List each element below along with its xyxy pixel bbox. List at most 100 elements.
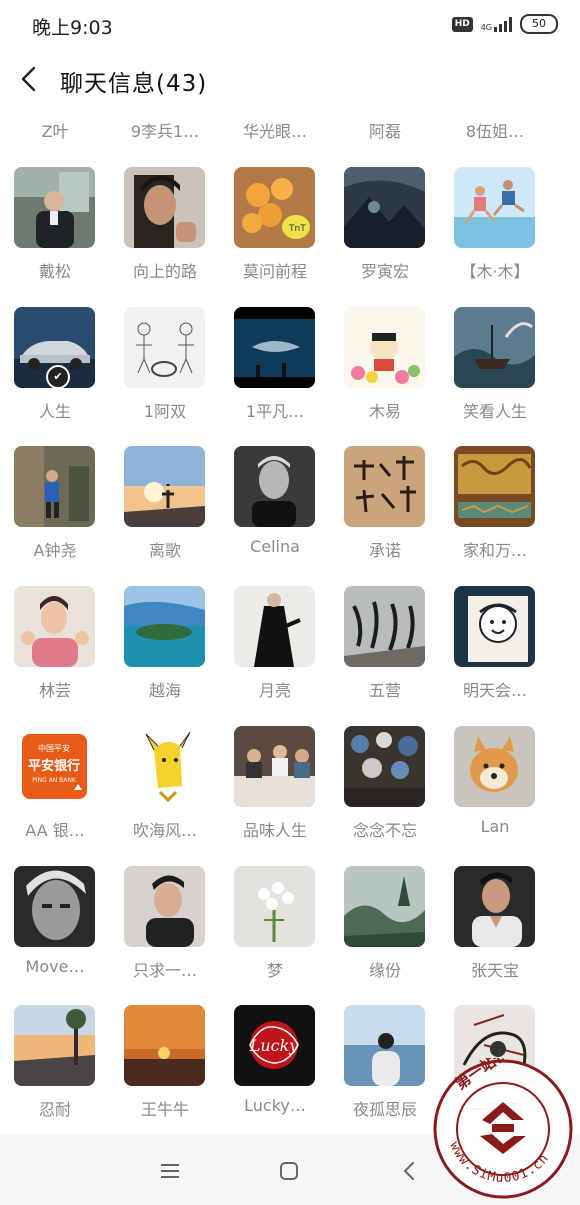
- avatar-image: [14, 1005, 95, 1087]
- fishing-boat-painting[interactable]: [454, 306, 535, 388]
- ping-an-bank-logo[interactable]: 中国平安 平安银行 PING AN BANK: [14, 725, 95, 807]
- member-name[interactable]: 9李兵1…: [110, 118, 220, 142]
- member-name: 1阿双: [143, 401, 187, 421]
- member-item[interactable]: 念念不忘: [330, 725, 440, 856]
- member-item[interactable]: 月亮: [220, 586, 330, 716]
- member-item[interactable]: A钟尧: [0, 446, 110, 576]
- member-item[interactable]: 品味人生: [220, 725, 330, 856]
- bw-man-portrait[interactable]: [234, 446, 315, 528]
- white-flowers-photo[interactable]: [234, 865, 315, 947]
- misty-forest-photo[interactable]: [344, 865, 425, 947]
- lucky-logo[interactable]: Lucky: [234, 1005, 315, 1087]
- suit-man-photo[interactable]: [14, 167, 95, 248]
- home-button[interactable]: [275, 1157, 303, 1185]
- avatar-image: [124, 586, 205, 668]
- cartoon-boy-flowers[interactable]: [344, 306, 425, 388]
- member-item[interactable]: 笑看人生: [440, 306, 550, 437]
- avatar-image: [14, 167, 95, 248]
- member-name: 莫问前程: [242, 262, 307, 281]
- member-item[interactable]: Move…: [0, 865, 110, 996]
- member-item[interactable]: 【木·木】: [440, 167, 550, 297]
- member-item[interactable]: Celina: [220, 446, 330, 576]
- orange-sunset-photo[interactable]: [124, 1005, 205, 1087]
- bw-face-closeup[interactable]: [14, 865, 95, 947]
- back-nav-button[interactable]: [396, 1157, 424, 1185]
- island-sea-photo[interactable]: [124, 586, 205, 668]
- sketch-figures-drawing[interactable]: [124, 306, 205, 388]
- member-item[interactable]: Lucky Lucky…: [220, 1005, 330, 1135]
- member-item[interactable]: 梦: [220, 865, 330, 996]
- member-item[interactable]: 忍耐: [0, 1005, 110, 1135]
- avatar-image: Lucky: [234, 1005, 315, 1087]
- member-item[interactable]: 夜孤思辰: [330, 1005, 440, 1135]
- member-item[interactable]: Lan: [440, 725, 550, 856]
- member-item[interactable]: 1阿双: [110, 306, 220, 437]
- carved-gold-wood[interactable]: [454, 446, 535, 528]
- dancers-mural[interactable]: [344, 586, 425, 668]
- member-item[interactable]: 吹海风…: [110, 725, 220, 856]
- member-item[interactable]: 家和万…: [440, 446, 550, 576]
- avatar-image: [454, 306, 535, 388]
- avatar-image: [344, 167, 425, 248]
- member-item[interactable]: 1平凡…: [220, 306, 330, 437]
- avatar-image: [234, 306, 315, 388]
- plates-wall-photo[interactable]: [344, 725, 425, 807]
- man-portrait-photo[interactable]: [124, 167, 205, 248]
- member-name: 木易: [368, 401, 401, 421]
- member-item[interactable]: 罗寅宏: [330, 167, 440, 297]
- member-name[interactable]: 8伍姐…: [440, 118, 550, 142]
- woman-heart-hands[interactable]: [14, 586, 95, 668]
- dining-people-photo[interactable]: [234, 725, 315, 807]
- street-sunset-photo[interactable]: [14, 1005, 95, 1087]
- member-name[interactable]: Z叶: [0, 118, 110, 142]
- black-dress-woman[interactable]: [234, 586, 315, 668]
- member-item[interactable]: 张天宝: [440, 865, 550, 996]
- member-item[interactable]: 承诺: [330, 446, 440, 576]
- aquarium-shark-photo[interactable]: [234, 306, 315, 388]
- member-item[interactable]: TnT 莫问前程: [220, 167, 330, 297]
- member-item[interactable]: 中国平安 平安银行 PING AN BANK AA 银…: [0, 725, 110, 856]
- member-name[interactable]: 华光眼…: [220, 118, 330, 142]
- member-name: 笑看人生: [462, 401, 527, 421]
- sunset-silhouette-photo[interactable]: [124, 446, 205, 528]
- member-item[interactable]: ✔ 人生: [0, 306, 110, 437]
- member-item[interactable]: 戴松: [0, 167, 110, 297]
- member-name: 离歌: [148, 541, 181, 561]
- member-name: 戴松: [38, 262, 71, 281]
- avatar-image: [454, 1005, 535, 1087]
- jumping-kids-photo[interactable]: [454, 167, 535, 248]
- avatar-image: [454, 586, 535, 668]
- avatar-image: [344, 586, 425, 668]
- cartoon-face-logo[interactable]: [454, 586, 535, 668]
- calligraphy-wood[interactable]: [344, 446, 425, 528]
- member-item[interactable]: 缘份: [330, 865, 440, 996]
- pikachu-drawing[interactable]: [124, 725, 205, 807]
- member-item[interactable]: 林芸: [0, 586, 110, 716]
- member-item[interactable]: 木易: [330, 306, 440, 437]
- member-item[interactable]: 一汪春: [440, 1005, 550, 1135]
- shiba-dog-photo[interactable]: [454, 725, 535, 807]
- member-name: AA 银…: [25, 820, 85, 840]
- member-name: 承诺: [368, 541, 401, 561]
- member-item[interactable]: 向上的路: [110, 167, 220, 297]
- man-suit-dark[interactable]: [454, 865, 535, 947]
- member-item[interactable]: 只求一…: [110, 865, 220, 996]
- man-back-sea[interactable]: [344, 1005, 425, 1087]
- member-item[interactable]: 离歌: [110, 446, 220, 576]
- eggs-basket-photo[interactable]: TnT: [234, 167, 315, 248]
- menu-button[interactable]: [156, 1157, 184, 1185]
- member-name[interactable]: 阿磊: [330, 118, 440, 142]
- member-name: 越海: [148, 681, 181, 701]
- member-name: 张天宝: [470, 960, 519, 980]
- member-item[interactable]: 越海: [110, 586, 220, 716]
- member-item[interactable]: 明天会…: [440, 586, 550, 716]
- dark-landscape-photo[interactable]: [344, 167, 425, 248]
- member-name: 忍耐: [38, 1100, 71, 1120]
- member-item[interactable]: 王牛牛: [110, 1005, 220, 1135]
- man-profile-photo[interactable]: [124, 865, 205, 947]
- back-button[interactable]: [14, 62, 48, 96]
- child-outdoors-photo[interactable]: [14, 446, 95, 528]
- avatar-image: [124, 167, 205, 248]
- artistic-sketch[interactable]: [454, 1005, 535, 1087]
- member-item[interactable]: 五营: [330, 586, 440, 716]
